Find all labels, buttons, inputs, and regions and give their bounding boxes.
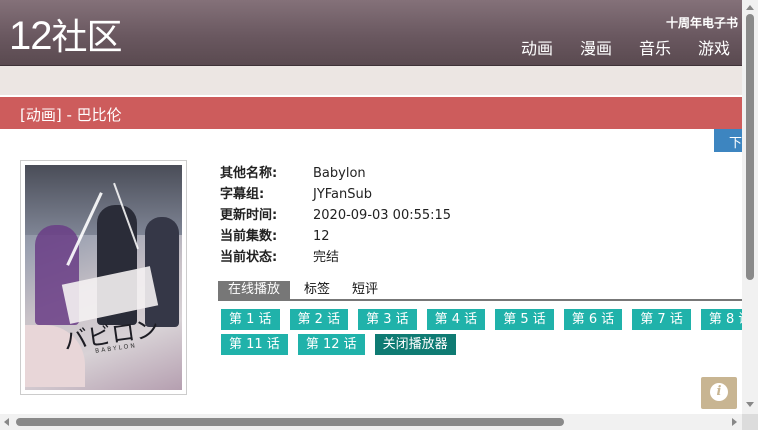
info-label: 当前状态: xyxy=(220,250,278,265)
content-tabs: 在线播放 标签 短评 xyxy=(218,281,742,301)
subheader-bar xyxy=(0,66,742,95)
info-label: 当前集数: xyxy=(220,229,278,244)
info-label: 更新时间: xyxy=(220,208,278,223)
info-value: 12 xyxy=(313,229,330,244)
info-row-updated: 更新时间: 2020-09-03 00:55:15 xyxy=(220,205,451,226)
scroll-up-arrow-icon[interactable] xyxy=(746,5,754,10)
info-row-subgroup: 字幕组: JYFanSub xyxy=(220,184,451,205)
episode-button[interactable]: 第 2 话 xyxy=(289,309,349,330)
vertical-scroll-thumb[interactable] xyxy=(746,14,754,280)
info-label: 其他名称: xyxy=(220,166,278,181)
download-button[interactable]: 下载 xyxy=(714,129,742,152)
info-row-episodes: 当前集数: 12 xyxy=(220,226,451,247)
info-value: Babylon xyxy=(313,166,366,181)
episode-button[interactable]: 第 11 话 xyxy=(221,334,288,355)
close-player-button[interactable]: 关闭播放器 xyxy=(374,334,456,355)
info-value: 2020-09-03 00:55:15 xyxy=(313,208,452,223)
logo-number: 12 xyxy=(9,14,52,58)
tab-tags[interactable]: 标签 xyxy=(296,281,338,299)
info-value: 完结 xyxy=(313,250,340,265)
vertical-scrollbar[interactable] xyxy=(742,0,758,414)
scroll-right-arrow-icon[interactable] xyxy=(732,418,737,426)
info-value: JYFanSub xyxy=(313,187,373,202)
info-row-alt-name: 其他名称: Babylon xyxy=(220,163,451,184)
page-title-bar: [动画] - 巴比伦 xyxy=(0,97,742,129)
tab-online-play[interactable]: 在线播放 xyxy=(218,281,291,299)
anime-info: 其他名称: Babylon 字幕组: JYFanSub 更新时间: 2020-0… xyxy=(220,163,451,268)
horizontal-scrollbar[interactable] xyxy=(0,414,742,430)
scroll-left-arrow-icon[interactable] xyxy=(4,418,9,426)
episode-button[interactable]: 第 5 话 xyxy=(495,309,554,330)
episode-button[interactable]: 第 4 话 xyxy=(426,309,486,330)
site-logo[interactable]: 12社区 xyxy=(9,13,123,61)
tab-reviews[interactable]: 短评 xyxy=(344,281,386,299)
episode-button[interactable]: 第 1 话 xyxy=(221,309,280,330)
poster-image: バビロン BABYLON xyxy=(25,165,182,390)
nav-music[interactable]: 音乐 xyxy=(639,38,671,60)
info-glyph: i xyxy=(710,383,728,401)
nav-anime[interactable]: 动画 xyxy=(521,38,553,60)
site-header: 12社区 十周年电子书 动画 漫画 音乐 游戏 xyxy=(0,0,742,66)
episode-button[interactable]: 第 3 话 xyxy=(358,309,417,330)
episode-button[interactable]: 第 7 话 xyxy=(632,309,691,330)
info-row-status: 当前状态: 完结 xyxy=(220,247,451,268)
episode-button[interactable]: 第 6 话 xyxy=(563,309,623,330)
episode-button[interactable]: 第 12 话 xyxy=(297,334,365,355)
nav-games[interactable]: 游戏 xyxy=(698,38,730,60)
main-nav: 动画 漫画 音乐 游戏 xyxy=(521,38,730,60)
info-label: 字幕组: xyxy=(220,187,265,202)
info-icon[interactable]: i xyxy=(701,377,737,409)
horizontal-scroll-thumb[interactable] xyxy=(16,418,564,426)
page-title: [动画] - 巴比伦 xyxy=(20,106,122,124)
scroll-down-arrow-icon[interactable] xyxy=(746,402,754,407)
scrollbar-corner xyxy=(742,414,758,430)
page-viewport: 12社区 十周年电子书 动画 漫画 音乐 游戏 [动画] - 巴比伦 下载 バビ… xyxy=(0,0,742,414)
anniversary-ebook-link[interactable]: 十周年电子书 xyxy=(666,14,738,31)
episode-button[interactable]: 第 8 话 xyxy=(700,309,742,330)
logo-text: 社区 xyxy=(51,17,123,58)
anime-poster: バビロン BABYLON xyxy=(20,160,187,395)
nav-manga[interactable]: 漫画 xyxy=(580,38,612,60)
